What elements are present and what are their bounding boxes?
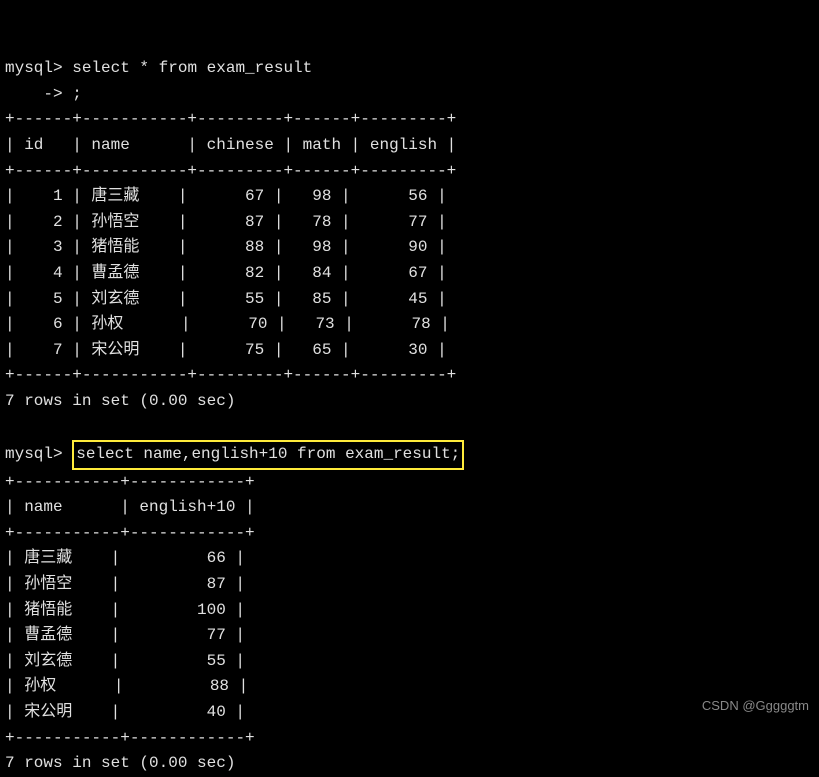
table1-row: | 4 | 曹孟德 | 82 | 84 | 67 | (5, 264, 447, 282)
table2-sep-top: +-----------+------------+ (5, 473, 255, 491)
result-summary-2: 7 rows in set (0.00 sec) (5, 754, 235, 772)
table2-row: | 猪悟能 | 100 | (5, 601, 245, 619)
table2-header: | name | english+10 | (5, 498, 255, 516)
table1-row: | 6 | 孙权 | 70 | 73 | 78 | (5, 315, 450, 333)
table2-row: | 孙悟空 | 87 | (5, 575, 245, 593)
mysql-prompt: mysql> (5, 59, 72, 77)
table1-row: | 5 | 刘玄德 | 55 | 85 | 45 | (5, 290, 447, 308)
table2-sep-bot: +-----------+------------+ (5, 729, 255, 747)
watermark: CSDN @Gggggtm (702, 696, 809, 717)
table2-row: | 唐三藏 | 66 | (5, 549, 245, 567)
table1-row: | 2 | 孙悟空 | 87 | 78 | 77 | (5, 213, 447, 231)
table1-sep-bot: +------+-----------+---------+------+---… (5, 366, 456, 384)
table2-row: | 宋公明 | 40 | (5, 703, 245, 721)
sql-query-1-line2: ; (72, 85, 82, 103)
table1-header: | id | name | chinese | math | english | (5, 136, 456, 154)
mysql-prompt: mysql> (5, 445, 72, 463)
mysql-prompt-continuation: -> (5, 85, 72, 103)
table1-row: | 1 | 唐三藏 | 67 | 98 | 56 | (5, 187, 447, 205)
result-summary-1: 7 rows in set (0.00 sec) (5, 392, 235, 410)
table2-row: | 刘玄德 | 55 | (5, 652, 245, 670)
table1-sep-mid: +------+-----------+---------+------+---… (5, 162, 456, 180)
table2-sep-mid: +-----------+------------+ (5, 524, 255, 542)
table1-row: | 3 | 猪悟能 | 88 | 98 | 90 | (5, 238, 447, 256)
table1-row: | 7 | 宋公明 | 75 | 65 | 30 | (5, 341, 447, 359)
highlighted-query: select name,english+10 from exam_result; (72, 440, 464, 470)
table2-row: | 孙权 | 88 | (5, 677, 248, 695)
sql-query-1-line1: select * from exam_result (72, 59, 312, 77)
table2-row: | 曹孟德 | 77 | (5, 626, 245, 644)
sql-query-2: select name,english+10 from exam_result; (76, 445, 460, 463)
table1-sep-top: +------+-----------+---------+------+---… (5, 110, 456, 128)
